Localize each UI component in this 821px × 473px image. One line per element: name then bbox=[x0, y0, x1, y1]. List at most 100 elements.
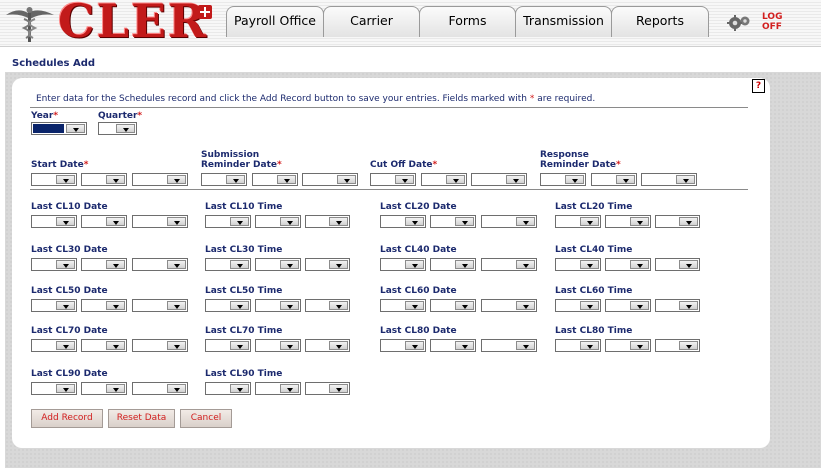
last-cl90-date-month-select[interactable] bbox=[31, 382, 77, 395]
last-cl80-date-year-select[interactable] bbox=[481, 339, 537, 352]
last-cl80-date-day-select[interactable] bbox=[430, 339, 476, 352]
last-cl90-time-hour-select[interactable] bbox=[205, 382, 251, 395]
reset-data-button[interactable]: Reset Data bbox=[108, 409, 175, 428]
cancel-button[interactable]: Cancel bbox=[180, 409, 232, 428]
response-reminder-date-year-select[interactable] bbox=[641, 173, 697, 186]
last-cl50-date-label: Last CL50 Date bbox=[31, 286, 108, 296]
chevron-down-icon bbox=[679, 260, 698, 269]
last-cl30-time-hour-select[interactable] bbox=[205, 258, 251, 271]
last-cl70-time-hour-select[interactable] bbox=[205, 339, 251, 352]
last-cl40-date-day-select[interactable] bbox=[430, 258, 476, 271]
last-cl40-time-hour-select[interactable] bbox=[555, 258, 601, 271]
last-cl50-time-minute-select[interactable] bbox=[255, 299, 301, 312]
chevron-down-icon bbox=[56, 260, 75, 269]
chevron-down-icon bbox=[580, 301, 599, 310]
last-cl20-time-ampm-select[interactable] bbox=[655, 215, 700, 228]
response-reminder-date-day-select[interactable] bbox=[591, 173, 637, 186]
last-cl30-time-ampm-select[interactable] bbox=[305, 258, 350, 271]
tab-carrier[interactable]: Carrier bbox=[323, 6, 420, 37]
tab-transmission[interactable]: Transmission bbox=[515, 6, 612, 37]
last-cl70-date-day-select[interactable] bbox=[81, 339, 127, 352]
last-cl10-time-minute-select[interactable] bbox=[255, 215, 301, 228]
start-date-day-select[interactable] bbox=[81, 173, 127, 186]
last-cl30-time-minute-select[interactable] bbox=[255, 258, 301, 271]
last-cl10-date-month-select[interactable] bbox=[31, 215, 77, 228]
tab-reports[interactable]: Reports bbox=[611, 6, 709, 37]
last-cl10-date-year-select[interactable] bbox=[132, 215, 188, 228]
chevron-down-icon bbox=[616, 175, 635, 184]
last-cl10-time-hour-select[interactable] bbox=[205, 215, 251, 228]
last-cl70-time-label: Last CL70 Time bbox=[205, 326, 283, 336]
last-cl20-time-minute-select[interactable] bbox=[605, 215, 651, 228]
last-cl90-date-day-select[interactable] bbox=[81, 382, 127, 395]
last-cl90-time-minute-select[interactable] bbox=[255, 382, 301, 395]
last-cl70-time-ampm-select[interactable] bbox=[305, 339, 350, 352]
chevron-down-icon bbox=[580, 341, 599, 350]
last-cl50-date-day-select[interactable] bbox=[81, 299, 127, 312]
last-cl50-date-month-select[interactable] bbox=[31, 299, 77, 312]
last-cl40-date-month-select[interactable] bbox=[380, 258, 426, 271]
last-cl80-time-minute-select[interactable] bbox=[605, 339, 651, 352]
last-cl60-date-day-select[interactable] bbox=[430, 299, 476, 312]
tab-payroll-office[interactable]: Payroll Office bbox=[226, 6, 324, 37]
last-cl60-date-year-select[interactable] bbox=[481, 299, 537, 312]
last-cl50-time-hour-select[interactable] bbox=[205, 299, 251, 312]
last-cl50-date-year-select[interactable] bbox=[132, 299, 188, 312]
cut-off-date-day-select[interactable] bbox=[421, 173, 467, 186]
instructions-before: Enter data for the Schedules record and … bbox=[36, 94, 530, 104]
chevron-down-icon bbox=[106, 175, 125, 184]
last-cl30-date-day-select[interactable] bbox=[81, 258, 127, 271]
cut-off-date-month-select[interactable] bbox=[370, 173, 416, 186]
chevron-down-icon bbox=[230, 341, 249, 350]
last-cl60-time-minute-select[interactable] bbox=[605, 299, 651, 312]
last-cl30-date-month-select[interactable] bbox=[31, 258, 77, 271]
start-date-year-select[interactable] bbox=[132, 173, 188, 186]
last-cl90-date-year-select[interactable] bbox=[132, 382, 188, 395]
last-cl20-time-label: Last CL20 Time bbox=[555, 202, 633, 212]
submission-reminder-date-month-select[interactable] bbox=[201, 173, 247, 186]
chevron-down-icon bbox=[277, 175, 296, 184]
last-cl80-time-ampm-select[interactable] bbox=[655, 339, 700, 352]
start-date-month-select[interactable] bbox=[31, 173, 77, 186]
chevron-down-icon bbox=[106, 217, 125, 226]
quarter-select[interactable] bbox=[98, 122, 137, 135]
last-cl60-time-hour-select[interactable] bbox=[555, 299, 601, 312]
last-cl60-time-ampm-select[interactable] bbox=[655, 299, 700, 312]
last-cl20-date-year-select[interactable] bbox=[481, 215, 537, 228]
last-cl70-date-month-select[interactable] bbox=[31, 339, 77, 352]
submission-reminder-date-label: Submission Reminder Date* bbox=[201, 150, 282, 170]
response-reminder-date-label: Response Reminder Date* bbox=[540, 150, 621, 170]
logoff-line-2: OFF bbox=[762, 22, 782, 32]
add-record-button[interactable]: Add Record bbox=[31, 409, 103, 428]
cut-off-date-year-select[interactable] bbox=[471, 173, 527, 186]
last-cl20-time-hour-select[interactable] bbox=[555, 215, 601, 228]
last-cl40-time-ampm-select[interactable] bbox=[655, 258, 700, 271]
last-cl20-date-day-select[interactable] bbox=[430, 215, 476, 228]
submission-reminder-date-year-select[interactable] bbox=[302, 173, 358, 186]
last-cl10-date-day-select[interactable] bbox=[81, 215, 127, 228]
gears-icon[interactable] bbox=[727, 12, 751, 32]
last-cl80-time-hour-select[interactable] bbox=[555, 339, 601, 352]
chevron-down-icon bbox=[280, 341, 299, 350]
last-cl10-time-ampm-select[interactable] bbox=[305, 215, 350, 228]
chevron-down-icon bbox=[676, 175, 695, 184]
last-cl80-date-month-select[interactable] bbox=[380, 339, 426, 352]
last-cl60-date-month-select[interactable] bbox=[380, 299, 426, 312]
last-cl70-time-minute-select[interactable] bbox=[255, 339, 301, 352]
submission-reminder-date-day-select[interactable] bbox=[252, 173, 298, 186]
help-icon[interactable]: ? bbox=[752, 79, 765, 93]
tab-forms[interactable]: Forms bbox=[419, 6, 516, 37]
last-cl70-date-year-select[interactable] bbox=[132, 339, 188, 352]
last-cl30-date-year-select[interactable] bbox=[132, 258, 188, 271]
logoff-link[interactable]: LOG OFF bbox=[762, 12, 782, 32]
last-cl50-time-ampm-select[interactable] bbox=[305, 299, 350, 312]
last-cl40-time-minute-select[interactable] bbox=[605, 258, 651, 271]
start-date-label: Start Date* bbox=[31, 160, 89, 170]
year-select[interactable] bbox=[31, 122, 87, 135]
response-reminder-date-month-select[interactable] bbox=[540, 173, 586, 186]
year-label: Year* bbox=[31, 111, 59, 121]
last-cl40-date-year-select[interactable] bbox=[481, 258, 537, 271]
last-cl20-date-month-select[interactable] bbox=[380, 215, 426, 228]
last-cl90-time-ampm-select[interactable] bbox=[305, 382, 350, 395]
chevron-down-icon bbox=[230, 384, 249, 393]
